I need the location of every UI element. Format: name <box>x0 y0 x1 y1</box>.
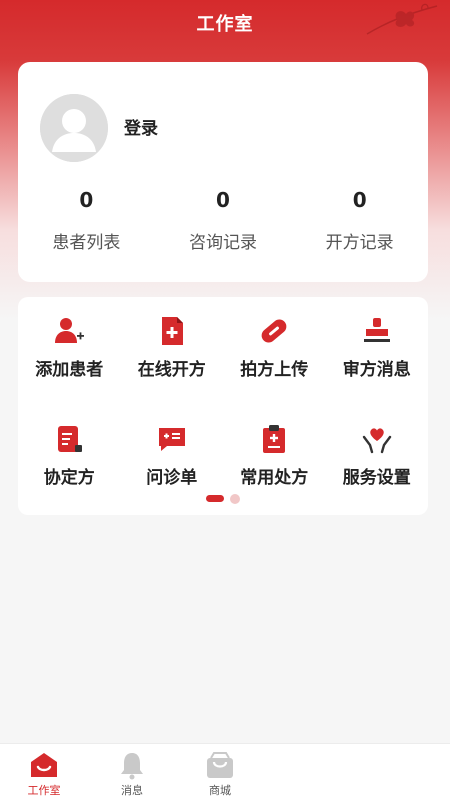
tab-messages[interactable]: 消息 <box>88 744 176 800</box>
stat-label: 咨询记录 <box>189 233 257 253</box>
profile-card: 登录 0 患者列表 0 咨询记录 0 开方记录 <box>18 62 428 282</box>
menu-item-service-settings[interactable]: 服务设置 <box>326 415 429 523</box>
stat-value: 0 <box>79 188 94 212</box>
menu-item-photo-upload[interactable]: 拍方上传 <box>223 307 326 415</box>
tab-label: 工作室 <box>27 784 61 797</box>
tab-studio[interactable]: 工作室 <box>0 744 88 800</box>
pill-capsule-icon <box>261 319 287 343</box>
menu-item-label: 常用处方 <box>240 468 309 488</box>
stat-label: 患者列表 <box>52 233 121 253</box>
stat-label: 开方记录 <box>325 233 394 253</box>
menu-item-consultation-form[interactable]: 问诊单 <box>121 415 224 523</box>
menu-item-review-messages[interactable]: 审方消息 <box>326 307 429 415</box>
menu-item-label: 协定方 <box>43 468 95 488</box>
function-menu-card: 添加患者 在线开方 拍方上传 审方消息 协定方 问诊单 常用处方 服务设置 <box>18 297 428 515</box>
stat-patient-list[interactable]: 0 患者列表 <box>18 186 155 253</box>
menu-item-add-patient[interactable]: 添加患者 <box>18 307 121 415</box>
prescription-doc-icon <box>161 317 183 345</box>
tab-mall[interactable]: 商城 <box>176 744 264 800</box>
page-dot-active[interactable] <box>206 495 224 502</box>
stamp-icon <box>363 318 390 342</box>
tab-label: 消息 <box>121 784 143 797</box>
page-dot[interactable] <box>230 494 240 504</box>
clipboard-icon <box>263 425 286 453</box>
function-grid: 添加患者 在线开方 拍方上传 审方消息 协定方 问诊单 常用处方 服务设置 <box>18 307 428 523</box>
tab-label: 商城 <box>209 784 231 797</box>
menu-item-online-prescription[interactable]: 在线开方 <box>121 307 224 415</box>
page-indicator <box>18 494 428 504</box>
top-bar: 工作室 <box>0 0 450 46</box>
shopping-bag-icon <box>207 752 233 778</box>
page-title: 工作室 <box>196 14 254 35</box>
menu-item-label: 拍方上传 <box>240 360 309 380</box>
heart-hands-icon <box>362 428 391 454</box>
default-user-icon <box>40 94 108 162</box>
login-link[interactable]: 登录 <box>124 114 158 139</box>
chat-form-icon <box>158 428 185 451</box>
menu-item-label: 问诊单 <box>146 468 198 488</box>
menu-item-agreement-formula[interactable]: 协定方 <box>18 415 121 523</box>
menu-item-common-prescriptions[interactable]: 常用处方 <box>223 415 326 523</box>
stat-value: 0 <box>216 188 230 212</box>
add-patient-icon <box>55 318 85 343</box>
menu-item-label: 审方消息 <box>342 360 411 380</box>
stat-prescription-records[interactable]: 0 开方记录 <box>291 186 428 253</box>
bottom-tab-bar: 工作室 消息 商城 <box>0 743 450 800</box>
avatar[interactable] <box>40 94 108 162</box>
stats-row: 0 患者列表 0 咨询记录 0 开方记录 <box>18 186 428 253</box>
stat-consult-records[interactable]: 0 咨询记录 <box>155 186 292 253</box>
bell-icon <box>121 753 143 780</box>
menu-item-label: 在线开方 <box>137 360 206 380</box>
agreement-doc-icon <box>58 426 83 452</box>
decorative-flower-icon <box>366 3 438 35</box>
menu-item-label: 添加患者 <box>35 360 104 380</box>
studio-home-icon <box>31 753 57 777</box>
stat-value: 0 <box>352 188 367 212</box>
menu-item-label: 服务设置 <box>342 468 411 488</box>
